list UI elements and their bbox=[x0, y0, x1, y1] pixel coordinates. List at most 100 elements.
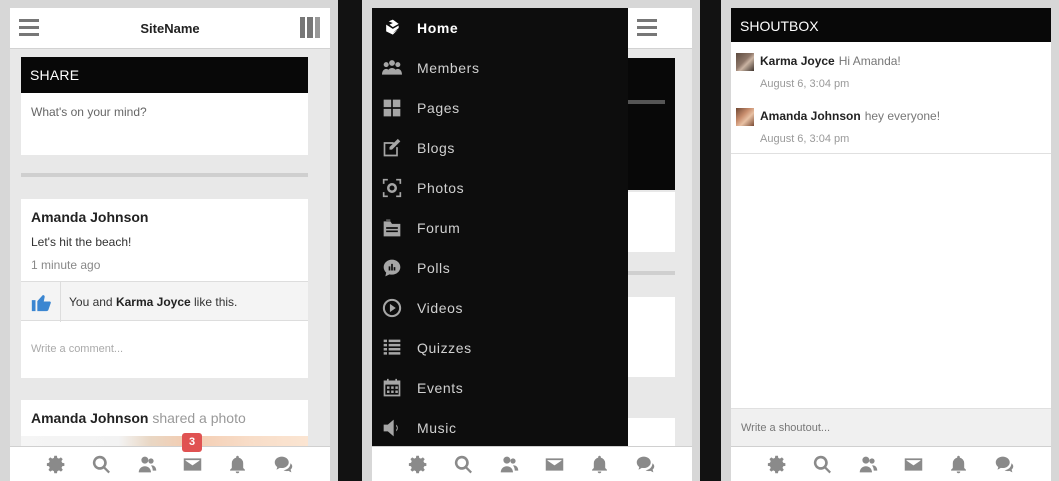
menu-label: Forum bbox=[417, 220, 461, 236]
top-bar: SiteName bbox=[10, 8, 330, 49]
like-prefix: You and bbox=[69, 295, 113, 309]
menu-screen: Home Members Pages Blogs Photos Forum Po… bbox=[372, 8, 692, 481]
chat-icon[interactable] bbox=[271, 452, 295, 476]
shoutbox-messages: Karma Joyce Hi Amanda! August 6, 3:04 pm … bbox=[731, 42, 1051, 408]
notifications-icon[interactable] bbox=[588, 452, 612, 476]
share-input[interactable]: What's on your mind? bbox=[21, 93, 308, 131]
card-behind bbox=[625, 297, 675, 377]
phone-feed: SiteName SHARE What's on your mind? Aman… bbox=[0, 0, 338, 481]
nav-drawer: Home Members Pages Blogs Photos Forum Po… bbox=[372, 8, 628, 446]
menu-icon[interactable] bbox=[637, 19, 657, 36]
like-suffix: like this. bbox=[194, 295, 238, 309]
menu-label: Home bbox=[417, 20, 459, 36]
menu-label: Members bbox=[417, 60, 480, 76]
menu-item-events[interactable]: Events bbox=[372, 368, 628, 408]
phone-shoutbox: SHOUTBOX Karma Joyce Hi Amanda! August 6,… bbox=[721, 0, 1059, 481]
phone-menu: Home Members Pages Blogs Photos Forum Po… bbox=[362, 0, 700, 481]
feed-screen: SiteName SHARE What's on your mind? Aman… bbox=[10, 8, 330, 481]
shout-author[interactable]: Karma Joyce Hi Amanda! bbox=[760, 54, 901, 68]
bottom-bar bbox=[731, 446, 1051, 481]
menu-label: Quizzes bbox=[417, 340, 472, 356]
site-name: SiteName bbox=[140, 21, 200, 36]
columns-icon[interactable] bbox=[300, 17, 320, 38]
post-time: 1 minute ago bbox=[31, 258, 101, 272]
menu-label: Polls bbox=[417, 260, 451, 276]
messages-icon[interactable] bbox=[543, 452, 567, 476]
search-icon[interactable] bbox=[811, 452, 835, 476]
share-box[interactable]: What's on your mind? bbox=[21, 93, 308, 155]
menu-item-forum[interactable]: Forum bbox=[372, 208, 628, 248]
menu-label: Pages bbox=[417, 100, 460, 116]
shout-text: hey everyone! bbox=[864, 109, 941, 123]
post-author[interactable]: Amanda Johnson bbox=[31, 209, 148, 225]
shout-author[interactable]: Amanda Johnson hey everyone! bbox=[760, 109, 940, 123]
bottom-bar bbox=[372, 446, 692, 481]
menu-item-music[interactable]: Music bbox=[372, 408, 628, 448]
menu-item-quizzes[interactable]: Quizzes bbox=[372, 328, 628, 368]
search-icon[interactable] bbox=[90, 452, 114, 476]
menu-label: Videos bbox=[417, 300, 464, 316]
bottom-bar: 3 bbox=[10, 433, 330, 481]
divider bbox=[21, 173, 308, 177]
photos-icon bbox=[382, 178, 402, 198]
like-name[interactable]: Karma Joyce bbox=[116, 295, 191, 309]
share-header: SHARE bbox=[21, 57, 308, 93]
polls-icon bbox=[382, 258, 402, 278]
chat-icon[interactable] bbox=[992, 452, 1016, 476]
post-title: Amanda Johnson shared a photo bbox=[31, 410, 246, 426]
post-author[interactable]: Amanda Johnson bbox=[31, 410, 148, 426]
shout-time: August 6, 3:04 pm bbox=[760, 133, 850, 145]
shoutout-input[interactable]: Write a shoutout... bbox=[731, 408, 1051, 446]
like-summary: You and Karma Joyce like this. bbox=[69, 295, 237, 309]
home-icon bbox=[382, 18, 402, 38]
forum-icon bbox=[382, 218, 402, 238]
comment-input[interactable]: Write a comment... bbox=[31, 343, 123, 355]
like-icon[interactable] bbox=[21, 282, 61, 322]
settings-icon[interactable] bbox=[407, 452, 431, 476]
friends-icon[interactable] bbox=[497, 452, 521, 476]
shout-time: August 6, 3:04 pm bbox=[760, 78, 850, 90]
music-icon bbox=[382, 418, 402, 438]
menu-item-members[interactable]: Members bbox=[372, 48, 628, 88]
shoutbox-screen: SHOUTBOX Karma Joyce Hi Amanda! August 6,… bbox=[731, 8, 1051, 481]
chat-icon[interactable] bbox=[633, 452, 657, 476]
members-icon bbox=[382, 58, 402, 78]
shoutbox-header: SHOUTBOX bbox=[731, 8, 1051, 42]
card-behind bbox=[625, 418, 675, 446]
settings-icon[interactable] bbox=[45, 452, 69, 476]
shout-text: Hi Amanda! bbox=[838, 54, 901, 68]
share-header-behind bbox=[625, 58, 675, 190]
avatar[interactable] bbox=[736, 108, 754, 126]
menu-label: Blogs bbox=[417, 140, 456, 156]
friends-icon[interactable] bbox=[856, 452, 880, 476]
notifications-icon[interactable] bbox=[947, 452, 971, 476]
messages-icon[interactable] bbox=[902, 452, 926, 476]
post-text: Let's hit the beach! bbox=[31, 235, 132, 249]
notification-badge[interactable]: 3 bbox=[182, 433, 202, 452]
events-icon bbox=[382, 378, 402, 398]
divider bbox=[628, 100, 665, 104]
menu-item-videos[interactable]: Videos bbox=[372, 288, 628, 328]
search-icon[interactable] bbox=[452, 452, 476, 476]
quizzes-icon bbox=[382, 338, 402, 358]
friends-icon[interactable] bbox=[135, 452, 159, 476]
divider bbox=[625, 271, 675, 275]
shout-author-name[interactable]: Amanda Johnson bbox=[760, 109, 861, 123]
notifications-icon[interactable] bbox=[226, 452, 250, 476]
menu-item-pages[interactable]: Pages bbox=[372, 88, 628, 128]
messages-icon[interactable] bbox=[181, 452, 205, 476]
post-card: Amanda Johnson Let's hit the beach! 1 mi… bbox=[21, 199, 308, 378]
divider bbox=[731, 153, 1051, 154]
menu-item-photos[interactable]: Photos bbox=[372, 168, 628, 208]
settings-icon[interactable] bbox=[766, 452, 790, 476]
menu-label: Photos bbox=[417, 180, 465, 196]
menu-label: Music bbox=[417, 420, 457, 436]
card-behind bbox=[625, 192, 675, 252]
shout-author-name[interactable]: Karma Joyce bbox=[760, 54, 835, 68]
menu-item-blogs[interactable]: Blogs bbox=[372, 128, 628, 168]
avatar[interactable] bbox=[736, 53, 754, 71]
menu-label: Events bbox=[417, 380, 464, 396]
menu-item-home[interactable]: Home bbox=[372, 8, 628, 48]
menu-item-polls[interactable]: Polls bbox=[372, 248, 628, 288]
pages-icon bbox=[382, 98, 402, 118]
